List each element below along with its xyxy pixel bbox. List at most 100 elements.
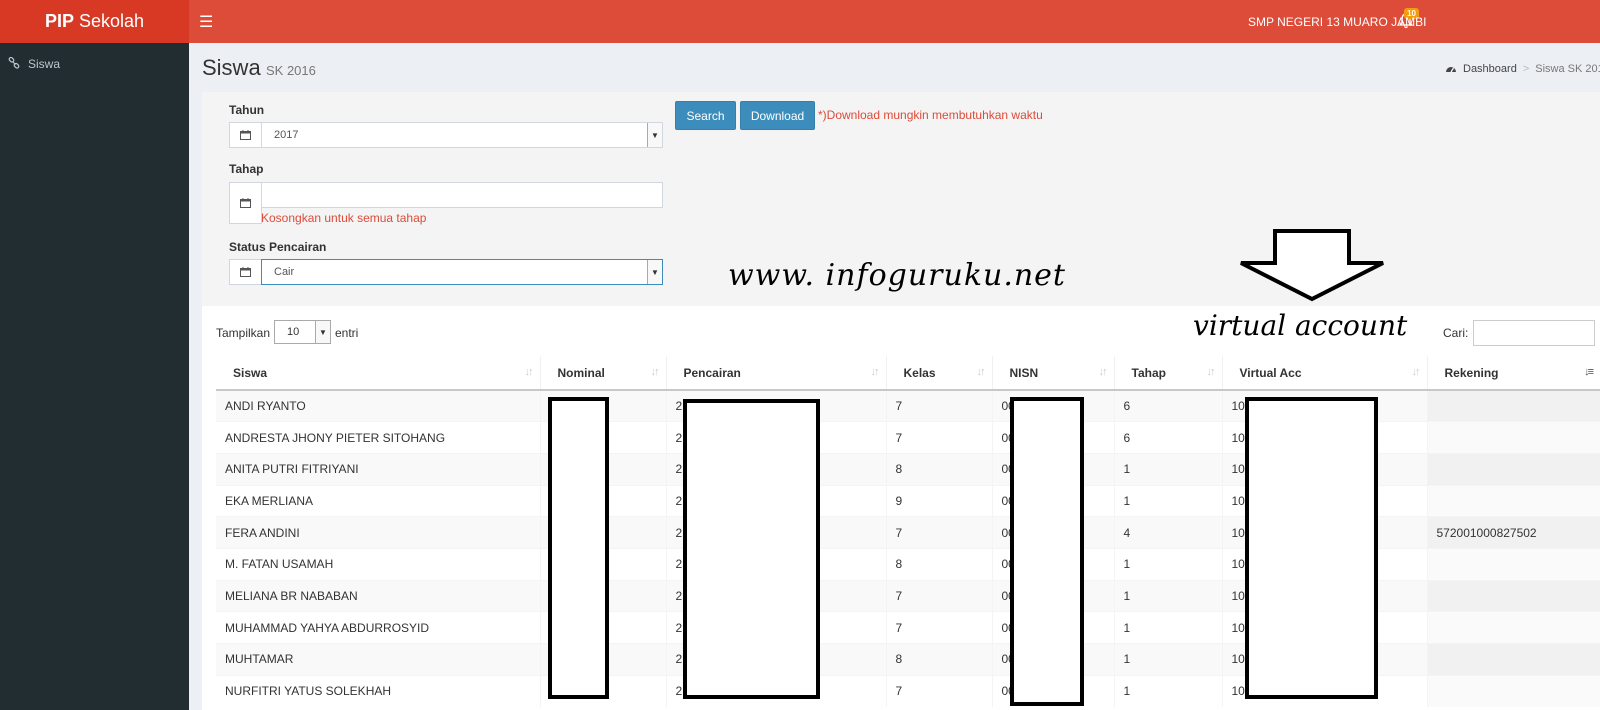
table-cell: 7 [885, 579, 992, 612]
tahap-help-text: Kosongkan untuk semua tahap [261, 211, 427, 225]
page-length-select[interactable]: 10 ▼ [274, 320, 331, 344]
col-header-kelas[interactable]: Kelas ↓↑ [885, 356, 992, 391]
table-cell: 8 [885, 643, 992, 676]
tahap-addon [229, 182, 262, 224]
table-cell: 7 [885, 674, 992, 707]
link-icon [8, 57, 20, 69]
table-cell: 6 [1113, 421, 1222, 454]
table-row: MUHTAMAR 2 8 00 1 10 [216, 643, 1600, 676]
app-logo[interactable]: PIP Sekolah [0, 0, 189, 43]
calendar-icon [240, 198, 251, 208]
col-header-siswa[interactable]: Siswa ↓↑ [216, 356, 540, 391]
chevron-down-icon: ▼ [647, 260, 662, 284]
user-menu[interactable]: SMP NEGERI 13 MUARO JAMBI [1248, 15, 1426, 29]
table-cell: ANDI RYANTO [216, 389, 540, 422]
redaction-box-pencairan [683, 399, 820, 699]
table-cell: ANITA PUTRI FITRIYANI [216, 452, 540, 486]
table-cell [1426, 484, 1600, 517]
watermark-text: www. infoguruku.net [728, 258, 1066, 293]
table-row: ANITA PUTRI FITRIYANI 2 8 00 1 10 [216, 452, 1600, 486]
table-row: ANDRESTA JHONY PIETER SITOHANG 2 7 00 6 10 [216, 421, 1600, 454]
breadcrumb-separator: > [1522, 63, 1530, 75]
table-cell: MUHAMMAD YAHYA ABDURROSYID [216, 611, 540, 644]
sort-icon: ↓↑ [1206, 366, 1216, 378]
col-header-tahap[interactable]: Tahap ↓↑ [1113, 356, 1222, 391]
breadcrumb-current: Siswa SK 2016 [1535, 63, 1600, 75]
table-search-label: Cari: [1443, 326, 1469, 340]
table-search-input[interactable] [1473, 320, 1595, 346]
status-value: Cair [274, 266, 295, 278]
breadcrumb: Dashboard > Siswa SK 2016 [1445, 63, 1600, 75]
table-cell [1426, 579, 1600, 612]
status-pencairan-label: Status Pencairan [229, 240, 327, 254]
download-button[interactable]: Download [740, 101, 815, 130]
search-button[interactable]: Search [675, 101, 736, 130]
chevron-down-icon: ▼ [647, 123, 662, 147]
siswa-table: Siswa ↓↑ Nominal ↓↑ Pencairan ↓↑ Kelas ↓↑ NI… [216, 356, 1600, 707]
status-addon [229, 259, 262, 285]
table-cell: 8 [885, 547, 992, 581]
page-length-label: Tampilkan [216, 326, 271, 340]
breadcrumb-dashboard[interactable]: Dashboard [1463, 63, 1517, 75]
tahap-input[interactable] [261, 182, 663, 208]
table-cell: 7 [885, 516, 992, 549]
table-cell: FERA ANDINI [216, 516, 540, 549]
table-cell: M. FATAN USAMAH [216, 547, 540, 581]
table-cell: 7 [885, 611, 992, 644]
sort-icon: ↓↑ [524, 366, 534, 378]
table-cell: 7 [885, 421, 992, 454]
table-cell: 1 [1113, 674, 1222, 707]
table-cell [1426, 452, 1600, 486]
table-cell [1426, 547, 1600, 581]
table-cell: 7 [885, 389, 992, 422]
tahun-select[interactable]: 2017 ▼ [261, 122, 663, 148]
col-header-nominal[interactable]: Nominal ↓↑ [539, 356, 666, 391]
menu-toggle-icon[interactable]: ☰ [199, 12, 213, 32]
table-cell: 1 [1113, 579, 1222, 612]
table-row: NURFITRI YATUS SOLEKHAH 2 7 00 1 10 [216, 674, 1600, 707]
col-header-nisn[interactable]: NISN ↓↑ [991, 356, 1114, 391]
table-row: MELIANA BR NABABAN 2 7 00 1 10 [216, 579, 1600, 612]
virtual-account-annotation: virtual account [1193, 309, 1408, 342]
page-subtitle: SK 2016 [266, 63, 316, 78]
sidebar: Siswa [0, 43, 189, 710]
sort-icon: ↓↑ [1411, 366, 1421, 378]
sidebar-item-siswa[interactable]: Siswa [0, 53, 189, 75]
sort-icon: ↓↑ [976, 366, 986, 378]
table-cell: 9 [885, 484, 992, 517]
table-cell: EKA MERLIANA [216, 484, 540, 517]
table-cell: 572001000827502 [1426, 516, 1600, 549]
table-cell: 1 [1113, 643, 1222, 676]
calendar-icon [240, 267, 251, 277]
sort-icon: ↓↑ [650, 366, 660, 378]
table-row: FERA ANDINI 2 7 00 4 10 572001000827502 [216, 516, 1600, 549]
entries-label: entri [335, 326, 359, 340]
col-header-rekening[interactable]: Rekening ↓≡ [1426, 356, 1600, 391]
down-arrow-annotation [1240, 229, 1384, 302]
sort-desc-icon: ↓≡ [1584, 366, 1594, 378]
table-cell: MELIANA BR NABABAN [216, 579, 540, 612]
sidebar-item-label: Siswa [28, 57, 61, 71]
brand-bold: PIP [44, 11, 74, 31]
sort-icon: ↓↑ [870, 366, 880, 378]
table-cell: 1 [1113, 484, 1222, 517]
table-cell [1426, 643, 1600, 676]
table-cell [1426, 674, 1600, 707]
table-row: EKA MERLIANA 2 9 00 1 10 [216, 484, 1600, 517]
calendar-icon [240, 130, 251, 140]
table-row: ANDI RYANTO 2 7 00 6 10 [216, 389, 1600, 422]
table-row: MUHAMMAD YAHYA ABDURROSYID 2 7 00 1 10 [216, 611, 1600, 644]
col-header-pencairan[interactable]: Pencairan ↓↑ [665, 356, 886, 391]
page-length-value: 10 [287, 326, 300, 338]
table-header-row: Siswa ↓↑ Nominal ↓↑ Pencairan ↓↑ Kelas ↓↑ NI… [216, 356, 1600, 391]
status-pencairan-select[interactable]: Cair ▼ [261, 259, 663, 285]
table-cell: ANDRESTA JHONY PIETER SITOHANG [216, 421, 540, 454]
table-cell [1426, 611, 1600, 644]
tahun-label: Tahun [229, 103, 265, 117]
redaction-box-virtual-acc [1245, 397, 1378, 699]
table-cell: 1 [1113, 452, 1222, 486]
tahap-label: Tahap [229, 162, 264, 176]
brand-rest: Sekolah [78, 11, 145, 31]
table-cell: 8 [885, 452, 992, 486]
col-header-virtual-acc[interactable]: Virtual Acc ↓↑ [1221, 356, 1427, 391]
